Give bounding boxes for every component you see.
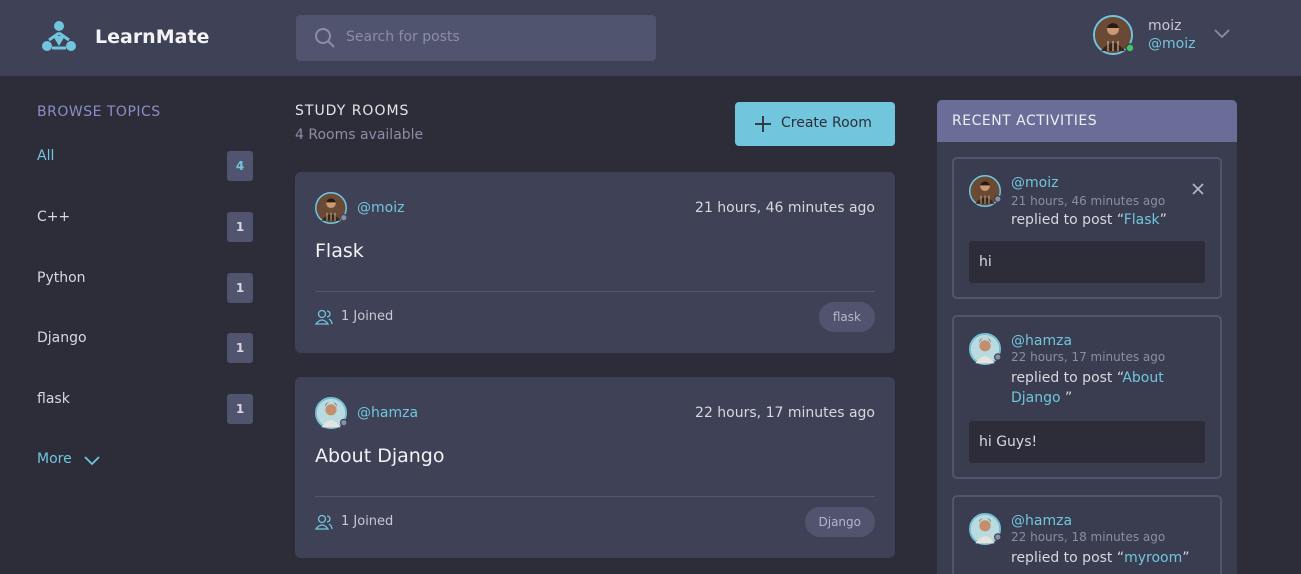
activity-avatar[interactable] (969, 175, 1001, 207)
people-icon (315, 514, 333, 530)
create-room-button[interactable]: Create Room (735, 102, 895, 146)
browse-topics-title: BROWSE TOPICS (37, 104, 161, 120)
user-avatar[interactable] (1093, 15, 1135, 55)
topic-item-python[interactable]: Python 1 (37, 270, 253, 303)
activity-description: replied to post “About Django ” (1011, 370, 1164, 406)
topic-label: flask (37, 391, 70, 407)
plus-icon (755, 116, 771, 132)
recent-activities-header: RECENT ACTIVITIES (937, 100, 1237, 142)
activity-action: replied to post (1011, 550, 1113, 566)
search-icon (315, 28, 335, 48)
host-avatar[interactable] (315, 192, 347, 224)
divider (315, 291, 875, 292)
activity-user[interactable]: @hamza (1011, 333, 1072, 349)
activity-user[interactable]: @hamza (1011, 513, 1072, 529)
activity-user[interactable]: @moiz (1011, 175, 1058, 191)
topic-label: All (37, 148, 55, 164)
recent-activities-title: RECENT ACTIVITIES (952, 113, 1098, 129)
topic-label: C++ (37, 209, 71, 225)
close-icon[interactable] (1191, 182, 1205, 196)
more-topics-link[interactable]: More (37, 451, 72, 467)
top-navbar: LearnMate Search for posts moiz @moiz (0, 0, 1301, 76)
chevron-down-icon[interactable] (1213, 26, 1231, 40)
divider (315, 496, 875, 497)
topic-item-django[interactable]: Django 1 (37, 330, 253, 363)
activity-time: 22 hours, 17 minutes ago (1011, 350, 1166, 364)
room-name[interactable]: Flask (315, 240, 364, 262)
study-rooms-title: STUDY ROOMS (295, 103, 410, 119)
topic-item-flask[interactable]: flask 1 (37, 391, 253, 424)
topic-label: Django (37, 330, 87, 346)
topic-item-all[interactable]: All 4 (37, 148, 253, 181)
search-placeholder: Search for posts (346, 29, 460, 45)
activity-action: replied to post (1011, 212, 1113, 228)
activity-post-link[interactable]: Flask (1124, 212, 1160, 228)
user-name: moiz (1148, 18, 1182, 34)
app-name[interactable]: LearnMate (95, 26, 209, 48)
activity-avatar[interactable] (969, 513, 1001, 545)
room-host[interactable]: @hamza (357, 405, 418, 421)
room-joined: 1 Joined (341, 309, 394, 324)
activity-card: @hamza 22 hours, 17 minutes ago replied … (952, 315, 1222, 479)
activity-description: replied to post “myroom” (1011, 550, 1190, 566)
activity-message: hi (969, 241, 1205, 283)
room-card[interactable]: @moiz 21 hours, 46 minutes ago Flask 1 J… (295, 172, 895, 353)
rooms-count: 4 Rooms available (295, 127, 424, 143)
activity-action: replied to post (1011, 370, 1113, 386)
activity-message: hi Guys! (969, 421, 1205, 463)
logo-icon[interactable] (40, 20, 78, 56)
room-card[interactable]: @hamza 22 hours, 17 minutes ago About Dj… (295, 377, 895, 558)
topic-item-cpp[interactable]: C++ 1 (37, 209, 253, 242)
host-avatar[interactable] (315, 397, 347, 429)
activity-card: @hamza 22 hours, 18 minutes ago replied … (952, 495, 1222, 574)
activity-description: replied to post “Flask” (1011, 212, 1167, 228)
topic-count: 1 (227, 333, 253, 363)
topic-count: 1 (227, 212, 253, 242)
room-host[interactable]: @moiz (357, 200, 404, 216)
topic-count: 1 (227, 394, 253, 424)
room-time: 22 hours, 17 minutes ago (695, 405, 875, 421)
topic-label: Python (37, 270, 86, 286)
create-room-label: Create Room (781, 115, 872, 131)
user-handle: @moiz (1148, 36, 1196, 52)
chevron-down-icon[interactable] (83, 453, 101, 467)
activity-avatar[interactable] (969, 333, 1001, 365)
room-time: 21 hours, 46 minutes ago (695, 200, 875, 216)
room-joined: 1 Joined (341, 514, 394, 529)
room-topic-tag[interactable]: flask (818, 302, 875, 332)
people-icon (315, 309, 333, 325)
room-name[interactable]: About Django (315, 445, 445, 467)
activity-time: 21 hours, 46 minutes ago (1011, 194, 1166, 208)
activity-post-link[interactable]: myroom (1124, 550, 1182, 566)
topic-count: 4 (227, 151, 253, 181)
search-input[interactable]: Search for posts (296, 15, 656, 61)
recent-activities-panel: RECENT ACTIVITIES @moiz 21 hours, 46 min… (937, 100, 1237, 574)
activity-time: 22 hours, 18 minutes ago (1011, 530, 1166, 544)
topic-count: 1 (227, 273, 253, 303)
room-topic-tag[interactable]: Django (804, 507, 875, 537)
activity-card: @moiz 21 hours, 46 minutes ago replied t… (952, 157, 1222, 299)
